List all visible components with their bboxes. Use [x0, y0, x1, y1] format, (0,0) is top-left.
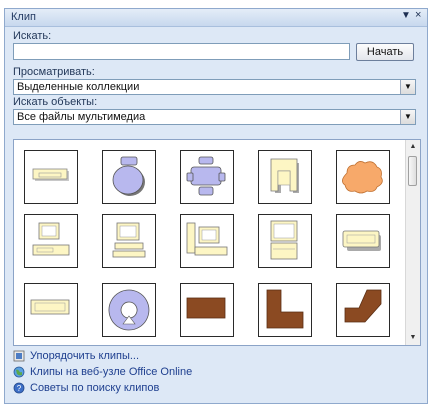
- office-online-label: Клипы на веб-узле Office Online: [30, 366, 193, 379]
- gallery-scrollbar[interactable]: ▲ ▼: [405, 140, 420, 345]
- collections-select-value: Выделенные коллекции: [17, 81, 140, 93]
- office-online-link[interactable]: Клипы на веб-узле Office Online: [13, 366, 192, 380]
- chevron-down-icon[interactable]: ▼: [400, 80, 415, 94]
- scroll-down-icon[interactable]: ▼: [406, 331, 420, 345]
- pane-options-dropdown-icon[interactable]: ▼: [401, 10, 411, 21]
- organize-clips-link[interactable]: Упорядочить клипы...: [13, 350, 139, 364]
- globe-icon: [13, 366, 25, 378]
- desk-clip-icon[interactable]: [24, 150, 78, 204]
- sofa-clip-icon[interactable]: [336, 214, 390, 268]
- search-label: Искать:: [13, 30, 52, 42]
- search-input[interactable]: [13, 43, 350, 60]
- round-table-chairs-clip-icon[interactable]: [102, 150, 156, 204]
- close-icon[interactable]: ×: [415, 9, 421, 21]
- chevron-down-icon[interactable]: ▼: [400, 110, 415, 124]
- scroll-up-icon[interactable]: ▲: [406, 140, 420, 154]
- armchair-clip-icon[interactable]: [258, 150, 312, 204]
- long-sofa-clip-icon[interactable]: [24, 283, 78, 337]
- angled-desk-clip-icon[interactable]: [336, 283, 390, 337]
- rectangle-desk-clip-icon[interactable]: [180, 283, 234, 337]
- browse-label: Просматривать:: [13, 66, 95, 78]
- svg-text:?: ?: [17, 384, 22, 393]
- computer-desk-clip-icon[interactable]: [24, 214, 78, 268]
- computer-station-clip-icon[interactable]: [180, 214, 234, 268]
- organize-clips-label: Упорядочить клипы...: [30, 350, 140, 363]
- computer-clip-icon[interactable]: [258, 214, 312, 268]
- corner-desk-clip-icon[interactable]: [258, 283, 312, 337]
- pane-title: Клип: [11, 11, 36, 23]
- search-tips-label: Советы по поиску клипов: [30, 382, 160, 395]
- round-table-clip-icon[interactable]: [102, 283, 156, 337]
- clip-art-task-pane: Клип ▼ × Искать: Начать Просматривать: В…: [4, 8, 428, 404]
- objects-label: Искать объекты:: [13, 96, 98, 108]
- help-icon: ?: [13, 382, 25, 394]
- media-type-select[interactable]: Все файлы мультимедиа ▼: [13, 109, 416, 125]
- organize-clips-icon: [13, 350, 25, 362]
- clip-results-gallery: ▲ ▼: [13, 139, 421, 346]
- cloud-shape-clip-icon[interactable]: [336, 150, 390, 204]
- collections-select[interactable]: Выделенные коллекции ▼: [13, 79, 416, 95]
- media-type-select-value: Все файлы мультимедиа: [17, 111, 146, 123]
- go-button[interactable]: Начать: [356, 43, 414, 61]
- table-chairs-clip-icon[interactable]: [180, 150, 234, 204]
- search-tips-link[interactable]: ? Советы по поиску клипов: [13, 382, 159, 396]
- computer-workstation-clip-icon[interactable]: [102, 214, 156, 268]
- task-pane-title-bar: Клип ▼ ×: [5, 9, 427, 27]
- scrollbar-thumb[interactable]: [408, 156, 417, 186]
